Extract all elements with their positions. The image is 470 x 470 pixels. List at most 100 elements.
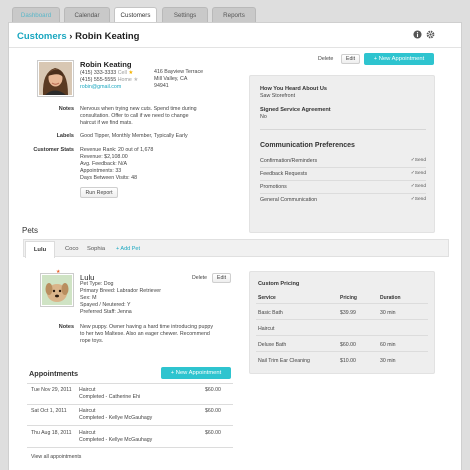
row-divider <box>260 180 426 181</box>
agreement-label: Signed Service Agreement <box>260 107 331 113</box>
primary-star-icon: ★ <box>128 70 134 76</box>
secondary-star-icon[interactable]: ★ <box>133 77 138 83</box>
edit-customer-button[interactable]: Edit <box>341 54 360 64</box>
pricing-row-duration[interactable]: 30 min <box>380 310 396 316</box>
pet-tab-coco[interactable]: Coco <box>65 246 79 252</box>
pricing-row-duration[interactable]: 60 min <box>380 342 396 348</box>
pricing-row-service: Basic Bath <box>258 310 283 316</box>
run-report-button[interactable]: Run Report <box>80 187 118 198</box>
pet-notes-label: Notes <box>58 324 74 330</box>
customer-notes-line-3: haircut if we find mats. <box>80 120 133 126</box>
appointment-service-link[interactable]: Haircut <box>79 408 95 414</box>
labels-label: Labels <box>56 133 74 139</box>
appointments-title: Appointments <box>29 369 79 378</box>
row-divider <box>27 447 233 448</box>
heard-about-value: Saw Storefront <box>260 93 296 99</box>
comm-item-label: Promotions <box>260 184 287 190</box>
customer-labels: Good Tipper, Monthly Member, Typically E… <box>80 133 188 139</box>
page-title: Robin Keating <box>75 31 140 42</box>
pet-tab-lulu[interactable]: Lulu <box>25 241 55 258</box>
phone-cell-type: Cell <box>117 70 127 76</box>
custom-pricing-title: Custom Pricing <box>258 281 300 287</box>
appointment-service-link[interactable]: Haircut <box>79 430 95 436</box>
phone-home-number: (415) 555-5555 <box>80 77 117 83</box>
row-divider <box>27 404 233 405</box>
customer-avatar <box>37 60 74 97</box>
pricing-row-service: Deluxe Bath <box>258 342 287 348</box>
pricing-row-price[interactable]: $10.00 <box>340 358 356 364</box>
pet-type: Pet Type: Dog <box>80 281 114 287</box>
comm-item-status: ✓Send <box>410 197 426 202</box>
pricing-row-duration[interactable]: 30 min <box>380 358 396 364</box>
comm-item-general[interactable]: General Communication ✓Send <box>260 197 426 203</box>
new-appointment-button[interactable]: + New Appointment <box>364 53 434 65</box>
pricing-row-service: Nail Trim Ear Cleaning <box>258 358 310 364</box>
tab-reports[interactable]: Reports <box>212 7 256 22</box>
appointment-date: Tue Nov 29, 2011 <box>31 387 72 393</box>
breadcrumb-separator: › <box>69 31 73 42</box>
tab-dashboard[interactable]: Dashboard <box>12 7 60 22</box>
customer-info-panel: How You Heard About Us Saw Storefront Si… <box>249 75 435 233</box>
view-all-appointments-link[interactable]: View all appointments <box>31 454 81 460</box>
appointment-price: $60.00 <box>205 430 221 436</box>
row-divider <box>27 425 233 426</box>
tab-calendar[interactable]: Calendar <box>64 7 110 22</box>
edit-pet-button[interactable]: Edit <box>212 273 231 283</box>
panel-divider <box>260 129 426 130</box>
appointment-service-link[interactable]: Haircut <box>79 387 95 393</box>
phone-home-type: Home <box>117 77 132 83</box>
appointment-detail: Completed - Kellye McGauhagy <box>79 415 153 421</box>
pricing-row-price[interactable]: $60.00 <box>340 342 356 348</box>
row-divider <box>256 351 428 352</box>
pet-photo <box>40 273 74 307</box>
pet-breed: Primary Breed: Labrador Retriever <box>80 288 161 294</box>
pricing-row-price[interactable]: $39.99 <box>340 310 356 316</box>
pet-preferred-staff: Preferred Staff: Jenna <box>80 309 132 315</box>
appointment-price: $60.00 <box>205 408 221 414</box>
notes-label: Notes <box>58 106 74 112</box>
pet-spayed: Spayed / Neutered: Y <box>80 302 131 308</box>
comm-item-confirmation[interactable]: Confirmation/Reminders ✓Send <box>260 158 426 164</box>
customer-stats-label: Customer Stats <box>33 147 74 153</box>
comm-item-promotions[interactable]: Promotions ✓Send <box>260 184 426 190</box>
comm-item-label: Confirmation/Reminders <box>260 158 318 164</box>
add-pet-link[interactable]: + Add Pet <box>116 246 140 252</box>
appointment-detail: Completed - Catherine Ehi <box>79 394 141 400</box>
row-divider <box>256 303 428 304</box>
comm-item-status: ✓Send <box>410 184 426 189</box>
row-divider <box>260 193 426 194</box>
delete-pet-button[interactable]: Delete <box>192 275 207 281</box>
customer-name: Robin Keating <box>80 60 132 69</box>
heard-about-label: How You Heard About Us <box>260 86 328 92</box>
appointments-divider <box>27 383 233 384</box>
comm-item-status: ✓Send <box>410 158 426 163</box>
pricing-col-duration: Duration <box>380 295 401 301</box>
pet-sex: Sex: M <box>80 295 97 301</box>
comm-item-label: General Communication <box>260 197 318 203</box>
tab-settings[interactable]: Settings <box>162 7 208 22</box>
info-icon[interactable] <box>413 30 422 39</box>
delete-customer-button[interactable]: Delete <box>318 56 333 62</box>
comm-item-feedback[interactable]: Feedback Requests ✓Send <box>260 171 426 177</box>
pet-tab-sophia[interactable]: Sophia <box>87 246 105 252</box>
pets-section-title: Pets <box>22 226 39 235</box>
pet-notes-line-3: rope toys. <box>80 338 104 344</box>
pricing-row-service: Haircut <box>258 326 275 332</box>
appointment-detail: Completed - Kellye McGauhagy <box>79 437 153 443</box>
comm-item-status: ✓Send <box>410 171 426 176</box>
tab-customers[interactable]: Customers <box>114 7 157 23</box>
comm-item-label: Feedback Requests <box>260 171 308 177</box>
header-divider <box>9 47 461 48</box>
row-divider <box>256 319 428 320</box>
new-appointment-button-bottom[interactable]: + New Appointment <box>161 367 231 379</box>
customer-email-link[interactable]: robin@gmail.com <box>80 84 121 91</box>
pet-badge-icon: ★ <box>56 269 61 275</box>
breadcrumb-customers-link[interactable]: Customers <box>17 31 67 42</box>
custom-pricing-panel: Custom Pricing Service Pricing Duration … <box>249 271 435 374</box>
appointment-price: $60.00 <box>205 387 221 393</box>
stat-days-between: Days Between Visits: 48 <box>80 175 138 181</box>
pricing-col-service: Service <box>258 295 276 301</box>
gear-icon[interactable] <box>426 30 435 39</box>
phone-cell-number: (415) 333-3333 <box>80 70 117 76</box>
page-container: Customers › Robin Keating Delete Edit + … <box>8 22 462 470</box>
